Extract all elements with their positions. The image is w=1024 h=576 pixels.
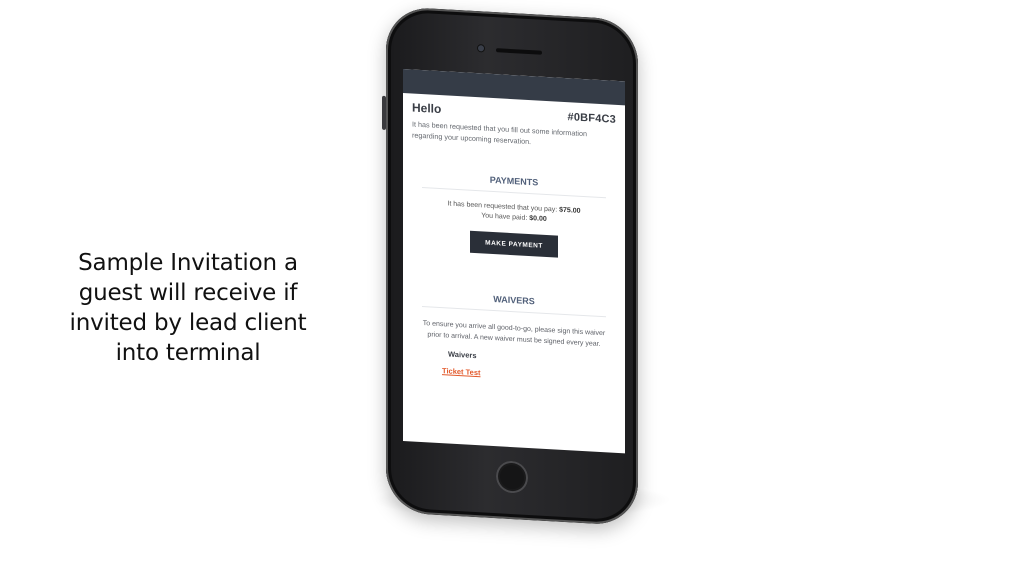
requested-amount: $75.00 — [559, 206, 581, 215]
waivers-list-label: Waivers — [448, 349, 477, 361]
caption-line: guest will receive if — [78, 280, 298, 306]
make-payment-button[interactable]: MAKE PAYMENT — [470, 230, 558, 258]
phone-device: Hello #0BF4C3 It has been requested that… — [386, 6, 638, 527]
waiver-link-ticket-test[interactable]: Ticket Test — [442, 366, 481, 377]
camera-icon — [478, 45, 484, 52]
email-content: Hello #0BF4C3 It has been requested that… — [403, 93, 625, 388]
waivers-description: To ensure you arrive all good-to-go, ple… — [422, 320, 606, 348]
greeting: Hello — [412, 100, 442, 117]
waivers-title: WAIVERS — [422, 290, 606, 318]
caption-line: invited by lead client — [69, 310, 307, 336]
reservation-code: #0BF4C3 — [567, 111, 616, 126]
phone-screen: Hello #0BF4C3 It has been requested that… — [403, 68, 625, 454]
speaker-grille — [496, 48, 542, 55]
caption-line: Sample Invitation a — [78, 250, 298, 276]
payments-title: PAYMENTS — [422, 171, 606, 199]
caption-line: into terminal — [115, 340, 261, 366]
caption-text: Sample Invitation a guest will receive i… — [40, 248, 336, 368]
paid-amount: $0.00 — [529, 215, 547, 223]
payment-summary: It has been requested that you pay: $75.… — [412, 197, 616, 228]
home-button[interactable] — [496, 460, 528, 494]
paid-label: You have paid: — [481, 212, 528, 222]
